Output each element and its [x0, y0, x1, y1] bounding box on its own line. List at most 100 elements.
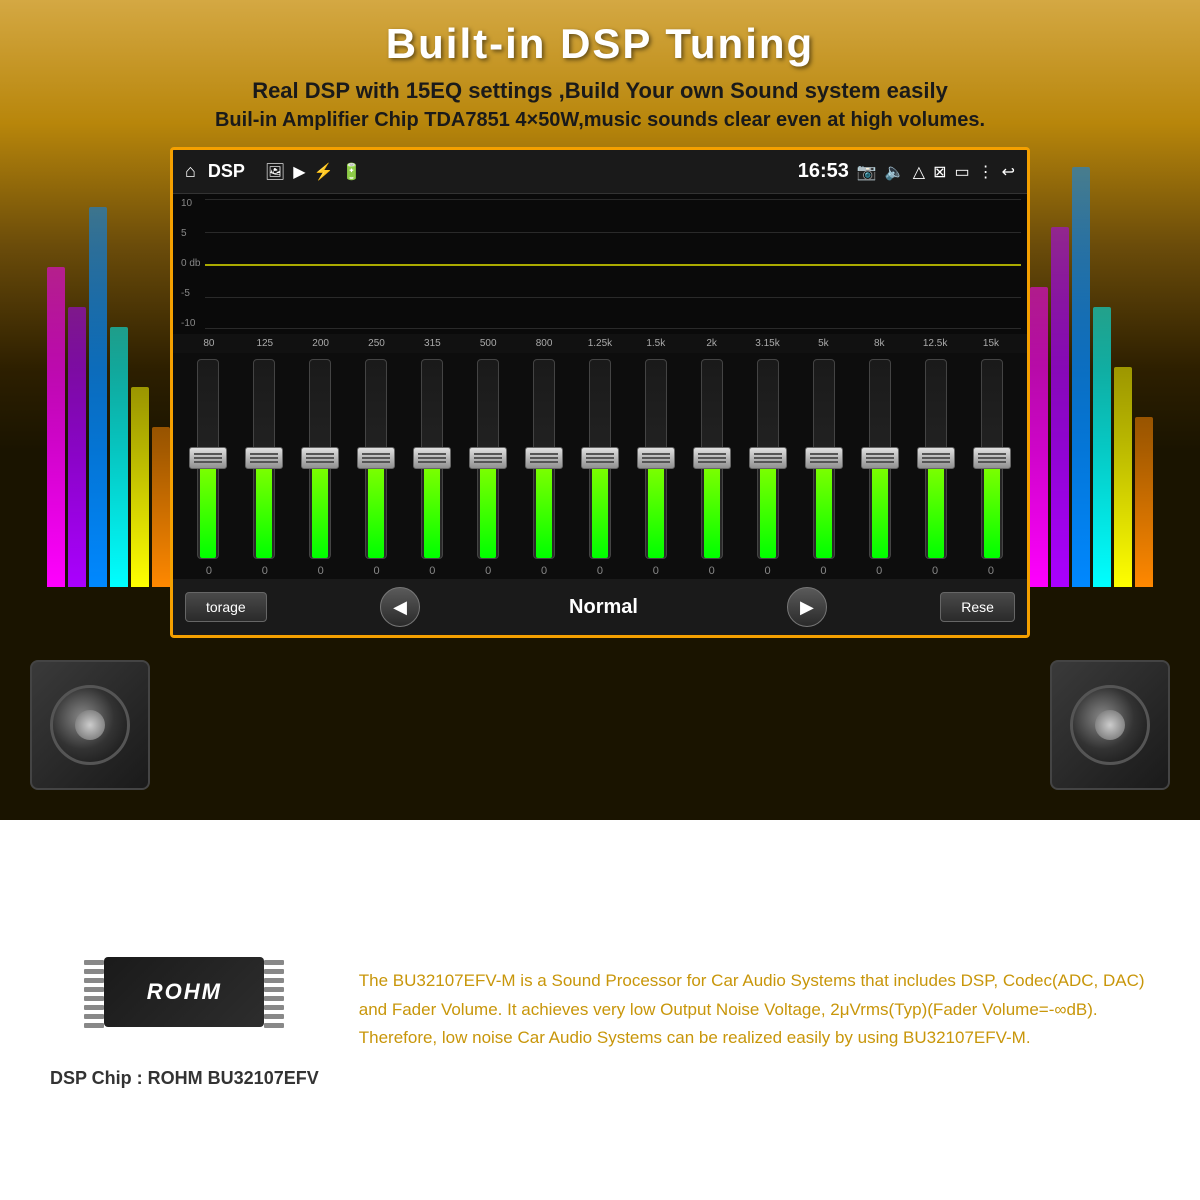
slider-handle[interactable]	[637, 447, 675, 469]
bottom-section: ROHM DSP Chip : ROHM BU32107EFV The BU32…	[0, 820, 1200, 1200]
slider-handle[interactable]	[693, 447, 731, 469]
chip-pins-right	[264, 960, 284, 1028]
eq-slider-band[interactable]	[294, 359, 346, 559]
slider-handle[interactable]	[749, 447, 787, 469]
storage-button[interactable]: torage	[185, 592, 267, 622]
bottom-controls: torage ◀ Normal ▶ Rese	[173, 579, 1027, 635]
slider-handle[interactable]	[469, 447, 507, 469]
freq-label-5k: 5k	[797, 338, 849, 349]
eq-bar-right	[1135, 417, 1153, 587]
window-icon: ▭	[954, 162, 969, 182]
usb-icon: ⚡	[314, 162, 334, 182]
eq-slider-band[interactable]	[966, 359, 1018, 559]
freq-labels-row: 80 125 200 250 315 500 800 1.25k 1.5k 2k…	[173, 334, 1027, 353]
play-icon: ▶	[293, 162, 305, 182]
menu-icon: ⋮	[978, 162, 994, 182]
clock-display: 16:53	[798, 160, 849, 183]
slider-handle[interactable]	[805, 447, 843, 469]
slider-value-label: 0	[630, 565, 682, 577]
eq-bar-right	[1114, 367, 1132, 587]
slider-handle[interactable]	[861, 447, 899, 469]
eq-bar-left	[110, 327, 128, 587]
eq-bar-left	[47, 267, 65, 587]
slider-value-label: 0	[853, 565, 905, 577]
freq-label-200: 200	[295, 338, 347, 349]
prev-preset-button[interactable]: ◀	[380, 587, 420, 627]
slider-handle[interactable]	[357, 447, 395, 469]
slider-handle[interactable]	[301, 447, 339, 469]
subtitle-2: Buil-in Amplifier Chip TDA7851 4×50W,mus…	[40, 109, 1160, 132]
slider-value-label: 0	[295, 565, 347, 577]
db-label-10: 10	[181, 199, 200, 209]
eq-bar-right	[1072, 167, 1090, 587]
freq-label-2k: 2k	[686, 338, 738, 349]
slider-value-label: 0	[965, 565, 1017, 577]
chip-body: ROHM	[104, 957, 264, 1027]
eq-slider-band[interactable]	[630, 359, 682, 559]
freq-label-1250: 1.25k	[574, 338, 626, 349]
photo-icon: 🖼	[265, 162, 285, 182]
db-label-0: 0 db	[181, 259, 200, 269]
next-preset-button[interactable]: ▶	[787, 587, 827, 627]
slider-value-label: 0	[574, 565, 626, 577]
eq-slider-band[interactable]	[798, 359, 850, 559]
eq-display: 10 5 0 db -5 -10	[173, 194, 1027, 334]
slider-handle[interactable]	[917, 447, 955, 469]
slider-value-label: 0	[183, 565, 235, 577]
top-section: Built-in DSP Tuning Real DSP with 15EQ s…	[0, 0, 1200, 820]
db-label-5: 5	[181, 229, 200, 239]
slider-handle[interactable]	[525, 447, 563, 469]
freq-label-125: 125	[239, 338, 291, 349]
eq-bar-right	[1030, 287, 1048, 587]
speaker-left	[30, 660, 150, 790]
slider-handle[interactable]	[413, 447, 451, 469]
eq-slider-band[interactable]	[854, 359, 906, 559]
eq-slider-band[interactable]	[686, 359, 738, 559]
signal-icon: △	[913, 162, 925, 182]
freq-label-315: 315	[406, 338, 458, 349]
subtitle-1: Real DSP with 15EQ settings ,Build Your …	[40, 78, 1160, 104]
eq-slider-band[interactable]	[518, 359, 570, 559]
eq-slider-band[interactable]	[238, 359, 290, 559]
screen-icon: ⊠	[933, 162, 946, 182]
eq-slider-band[interactable]	[462, 359, 514, 559]
slider-handle[interactable]	[973, 447, 1011, 469]
eq-slider-band[interactable]	[910, 359, 962, 559]
value-labels-row: 000000000000000	[173, 563, 1027, 579]
freq-label-500: 500	[462, 338, 514, 349]
camera-icon: 📷	[857, 162, 877, 182]
freq-label-250: 250	[351, 338, 403, 349]
slider-value-label: 0	[797, 565, 849, 577]
slider-value-label: 0	[351, 565, 403, 577]
dsp-app-label: DSP	[208, 161, 245, 182]
reset-button[interactable]: Rese	[940, 592, 1015, 622]
eq-bars-left	[47, 147, 170, 667]
preset-name-label: Normal	[533, 596, 673, 619]
chip-brand-label: ROHM	[147, 979, 222, 1005]
speaker-right	[1050, 660, 1170, 790]
eq-bar-left	[89, 207, 107, 587]
freq-label-3150: 3.15k	[742, 338, 794, 349]
slider-handle[interactable]	[189, 447, 227, 469]
eq-slider-band[interactable]	[350, 359, 402, 559]
eq-bars-right	[1030, 147, 1153, 667]
eq-slider-band[interactable]	[574, 359, 626, 559]
eq-bar-left	[152, 427, 170, 587]
slider-handle[interactable]	[581, 447, 619, 469]
home-icon: ⌂	[185, 161, 196, 182]
freq-label-15k: 15k	[965, 338, 1017, 349]
dsp-screen: ⌂ DSP 🖼 ▶ ⚡ 🔋 16:53 📷 🔈 △ ⊠ ▭	[170, 147, 1030, 638]
status-icons-left: 🖼 ▶ ⚡ 🔋	[265, 162, 361, 182]
eq-slider-band[interactable]	[182, 359, 234, 559]
slider-value-label: 0	[742, 565, 794, 577]
chip-area: ROHM DSP Chip : ROHM BU32107EFV	[50, 932, 319, 1089]
eq-bar-left	[131, 387, 149, 587]
eq-slider-band[interactable]	[742, 359, 794, 559]
slider-value-label: 0	[518, 565, 570, 577]
eq-slider-band[interactable]	[406, 359, 458, 559]
eq-bar-left	[68, 307, 86, 587]
chip-pins-left	[84, 960, 104, 1028]
chip-image: ROHM	[84, 932, 284, 1052]
slider-handle[interactable]	[245, 447, 283, 469]
back-icon: ↩	[1002, 162, 1015, 182]
